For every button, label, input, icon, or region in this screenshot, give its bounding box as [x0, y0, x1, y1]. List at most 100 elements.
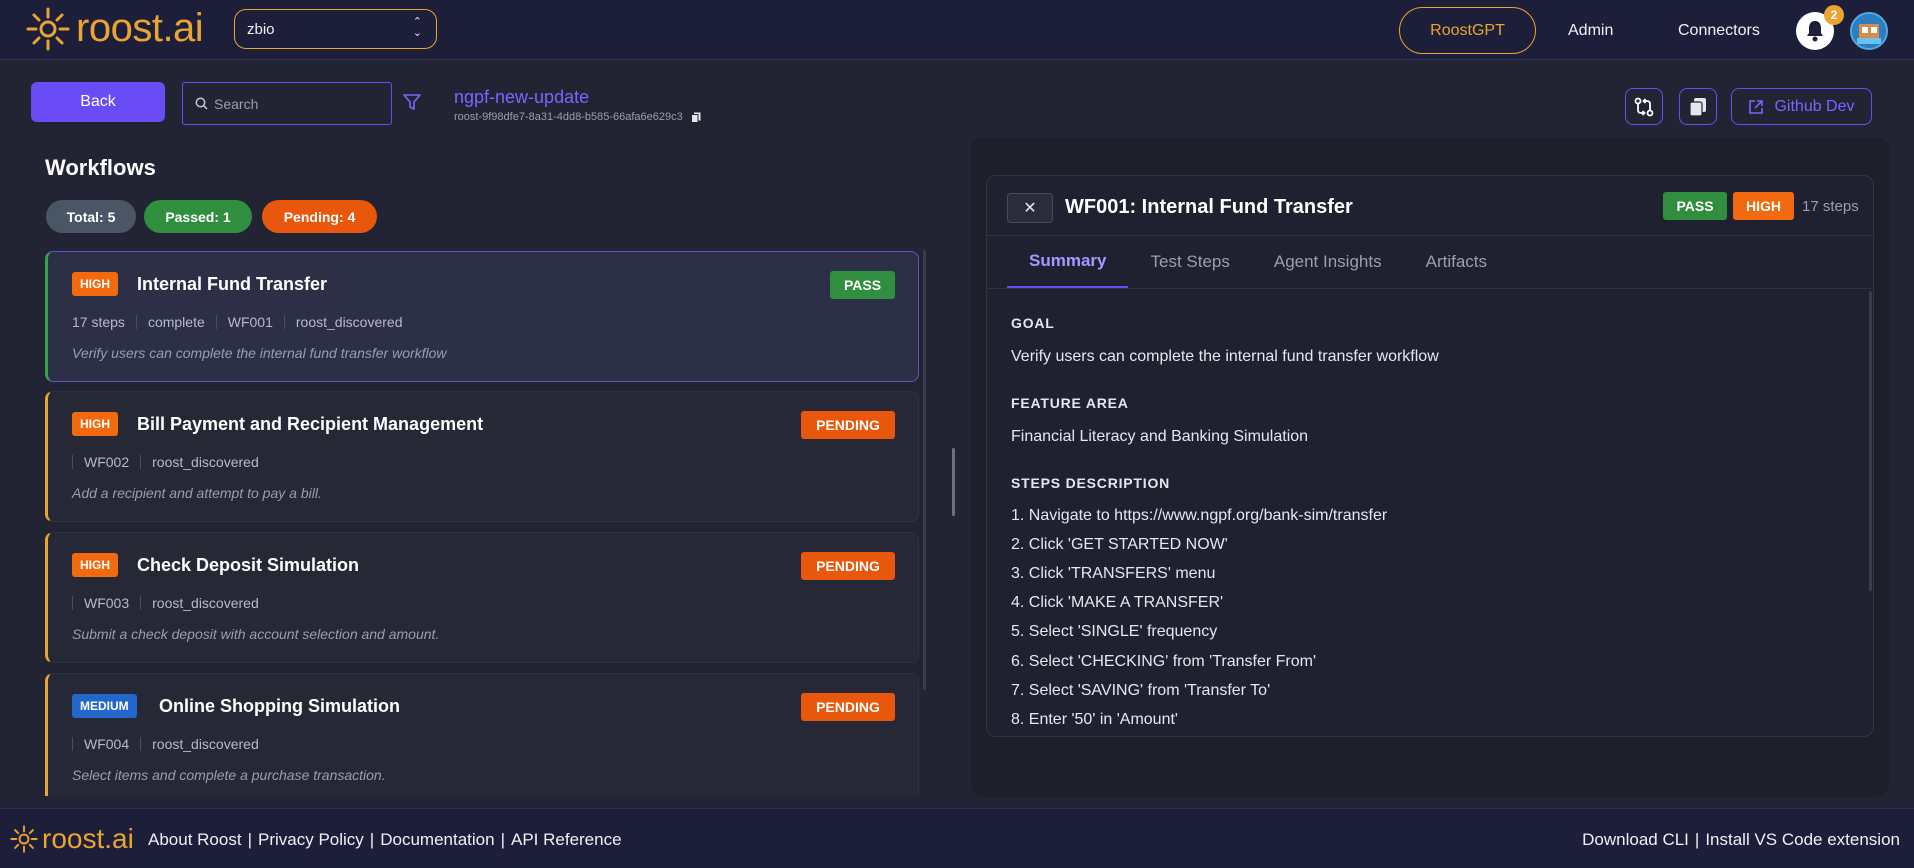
meta-steps: 17 steps: [72, 314, 125, 330]
workflow-name: Internal Fund Transfer: [137, 274, 328, 294]
workflow-card[interactable]: HIGH Internal Fund Transfer PASS 17 step…: [45, 251, 919, 382]
roost-logo[interactable]: roost.ai: [26, 6, 204, 51]
step-line: 7. Select 'SAVING' from 'Transfer To': [1011, 682, 1271, 699]
tab-agent-insights[interactable]: Agent Insights: [1252, 236, 1404, 288]
status-badge: PENDING: [801, 552, 895, 580]
avatar[interactable]: [1850, 12, 1888, 50]
repo-id: roost-9f98dfe7-8a31-4dd8-b585-66afa6e629…: [454, 111, 701, 123]
detail-header: ✕ WF001: Internal Fund Transfer PASS HIG…: [987, 176, 1873, 236]
summary-content: GOAL Verify users can complete the inter…: [987, 289, 1873, 736]
meta-source: roost_discovered: [295, 314, 403, 330]
workflow-name: Check Deposit Simulation: [137, 555, 360, 575]
search-box[interactable]: [182, 82, 392, 125]
step-line: 6. Select 'CHECKING' from 'Transfer From…: [1011, 653, 1317, 670]
detail-scrollbar[interactable]: [1869, 291, 1872, 591]
search-input[interactable]: [214, 95, 374, 112]
workflow-name: Bill Payment and Recipient Management: [137, 414, 484, 434]
repo-name-link[interactable]: ngpf-new-update: [454, 87, 589, 108]
logo-suffix: .ai: [162, 6, 204, 50]
detail-tabs: Summary Test Steps Agent Insights Artifa…: [1007, 236, 1509, 288]
priority-badge: HIGH: [72, 553, 118, 577]
tab-summary[interactable]: Summary: [1007, 236, 1129, 288]
step-line: 2. Click 'GET STARTED NOW': [1011, 536, 1228, 553]
github-dev-button[interactable]: Github Dev: [1731, 88, 1872, 125]
footer-link-documentation[interactable]: Documentation: [380, 830, 494, 850]
avatar-icon: [1852, 14, 1886, 48]
workflow-description: Add a recipient and attempt to pay a bil…: [72, 485, 322, 501]
nav-connectors-link[interactable]: Connectors: [1678, 22, 1760, 40]
panel-resize-handle[interactable]: [952, 448, 955, 516]
footer: roost.ai About Roost | Privacy Policy | …: [0, 808, 1914, 868]
workflow-meta: 17 steps complete WF001 roost_discovered: [72, 314, 403, 330]
top-bar: roost.ai zbio ⌃ ⌄ RoostGPT Admin Connecto…: [0, 0, 1914, 60]
nav-roostgpt-button[interactable]: RoostGPT: [1399, 7, 1536, 54]
workflows-title: Workflows: [45, 155, 156, 180]
footer-logo[interactable]: roost.ai: [10, 823, 134, 855]
workflow-list: HIGH Internal Fund Transfer PASS 17 step…: [45, 248, 921, 796]
status-badge: PASS: [830, 271, 895, 299]
footer-links: About Roost | Privacy Policy | Documenta…: [148, 830, 622, 850]
workflow-name: Online Shopping Simulation: [159, 696, 400, 716]
steps-description-label: STEPS DESCRIPTION: [1011, 475, 1171, 491]
meta-source: roost_discovered: [152, 595, 259, 611]
detail-title: WF001: Internal Fund Transfer: [1065, 196, 1353, 218]
clipboard-button[interactable]: [1679, 88, 1717, 125]
footer-logo-suffix: .ai: [104, 823, 134, 854]
compare-button[interactable]: [1625, 88, 1663, 125]
footer-separator: |: [1694, 830, 1700, 849]
status-badge: PENDING: [801, 411, 895, 439]
footer-separator: |: [247, 830, 252, 849]
stat-pending-badge[interactable]: Pending: 4: [262, 200, 377, 233]
footer-link-download-cli[interactable]: Download CLI: [1582, 830, 1689, 850]
meta-id: WF002: [84, 454, 130, 470]
workflow-card[interactable]: MEDIUM Online Shopping Simulation PENDIN…: [45, 673, 919, 796]
workflow-description: Select items and complete a purchase tra…: [72, 767, 386, 783]
close-icon: ✕: [1023, 200, 1037, 217]
footer-right-links: Download CLI | Install VS Code extension: [1582, 830, 1900, 850]
tab-artifacts[interactable]: Artifacts: [1404, 236, 1509, 288]
step-line: 1. Navigate to https://www.ngpf.org/bank…: [1011, 507, 1388, 524]
bell-icon: [1807, 21, 1823, 42]
footer-link-privacy[interactable]: Privacy Policy: [258, 830, 364, 850]
close-button[interactable]: ✕: [1007, 193, 1053, 223]
back-button[interactable]: Back: [31, 82, 165, 122]
meta-id: WF001: [227, 314, 273, 330]
stat-passed-badge[interactable]: Passed: 1: [144, 200, 252, 233]
sun-logo-icon: [10, 825, 38, 853]
step-line: 5. Select 'SINGLE' frequency: [1011, 623, 1218, 640]
workflow-meta: WF002 roost_discovered: [72, 454, 259, 470]
detail-steps-count: 17 steps: [1802, 198, 1859, 215]
footer-link-api-reference[interactable]: API Reference: [511, 830, 622, 850]
meta-source: roost_discovered: [152, 454, 259, 470]
footer-link-about[interactable]: About Roost: [148, 830, 242, 850]
goal-text: Verify users can complete the internal f…: [1011, 348, 1439, 365]
sun-logo-icon: [26, 7, 70, 50]
search-icon: [195, 97, 208, 110]
priority-badge: MEDIUM: [72, 694, 137, 718]
nav-admin-link[interactable]: Admin: [1568, 22, 1613, 40]
workflow-card[interactable]: HIGH Bill Payment and Recipient Manageme…: [45, 391, 919, 522]
filter-icon[interactable]: [402, 92, 422, 112]
workflow-card[interactable]: HIGH Check Deposit Simulation PENDING WF…: [45, 532, 919, 663]
workflow-detail-panel: ✕ WF001: Internal Fund Transfer PASS HIG…: [986, 175, 1874, 737]
footer-separator: |: [500, 830, 505, 849]
workflow-description: Submit a check deposit with account sele…: [72, 626, 440, 642]
stat-total-badge[interactable]: Total: 5: [46, 200, 136, 233]
meta-id: WF004: [84, 736, 130, 752]
workflow-list-scrollbar[interactable]: [923, 250, 926, 690]
footer-link-vscode[interactable]: Install VS Code extension: [1705, 830, 1900, 850]
step-line: 3. Click 'TRANSFERS' menu: [1011, 565, 1216, 582]
priority-badge: HIGH: [72, 412, 118, 436]
detail-status-badge: PASS: [1663, 192, 1727, 220]
notification-count-badge: 2: [1824, 5, 1844, 25]
copy-icon[interactable]: [690, 112, 701, 123]
tab-test-steps[interactable]: Test Steps: [1128, 236, 1251, 288]
footer-logo-text: roost: [42, 823, 105, 854]
feature-area-label: FEATURE AREA: [1011, 395, 1129, 411]
feature-area-text: Financial Literacy and Banking Simulatio…: [1011, 428, 1309, 445]
status-badge: PENDING: [801, 693, 895, 721]
clipboard-icon: [1689, 97, 1706, 117]
footer-separator: |: [369, 830, 375, 849]
org-select[interactable]: zbio ⌃ ⌄: [234, 9, 437, 49]
chevron-updown-icon: ⌃ ⌄: [412, 16, 422, 39]
